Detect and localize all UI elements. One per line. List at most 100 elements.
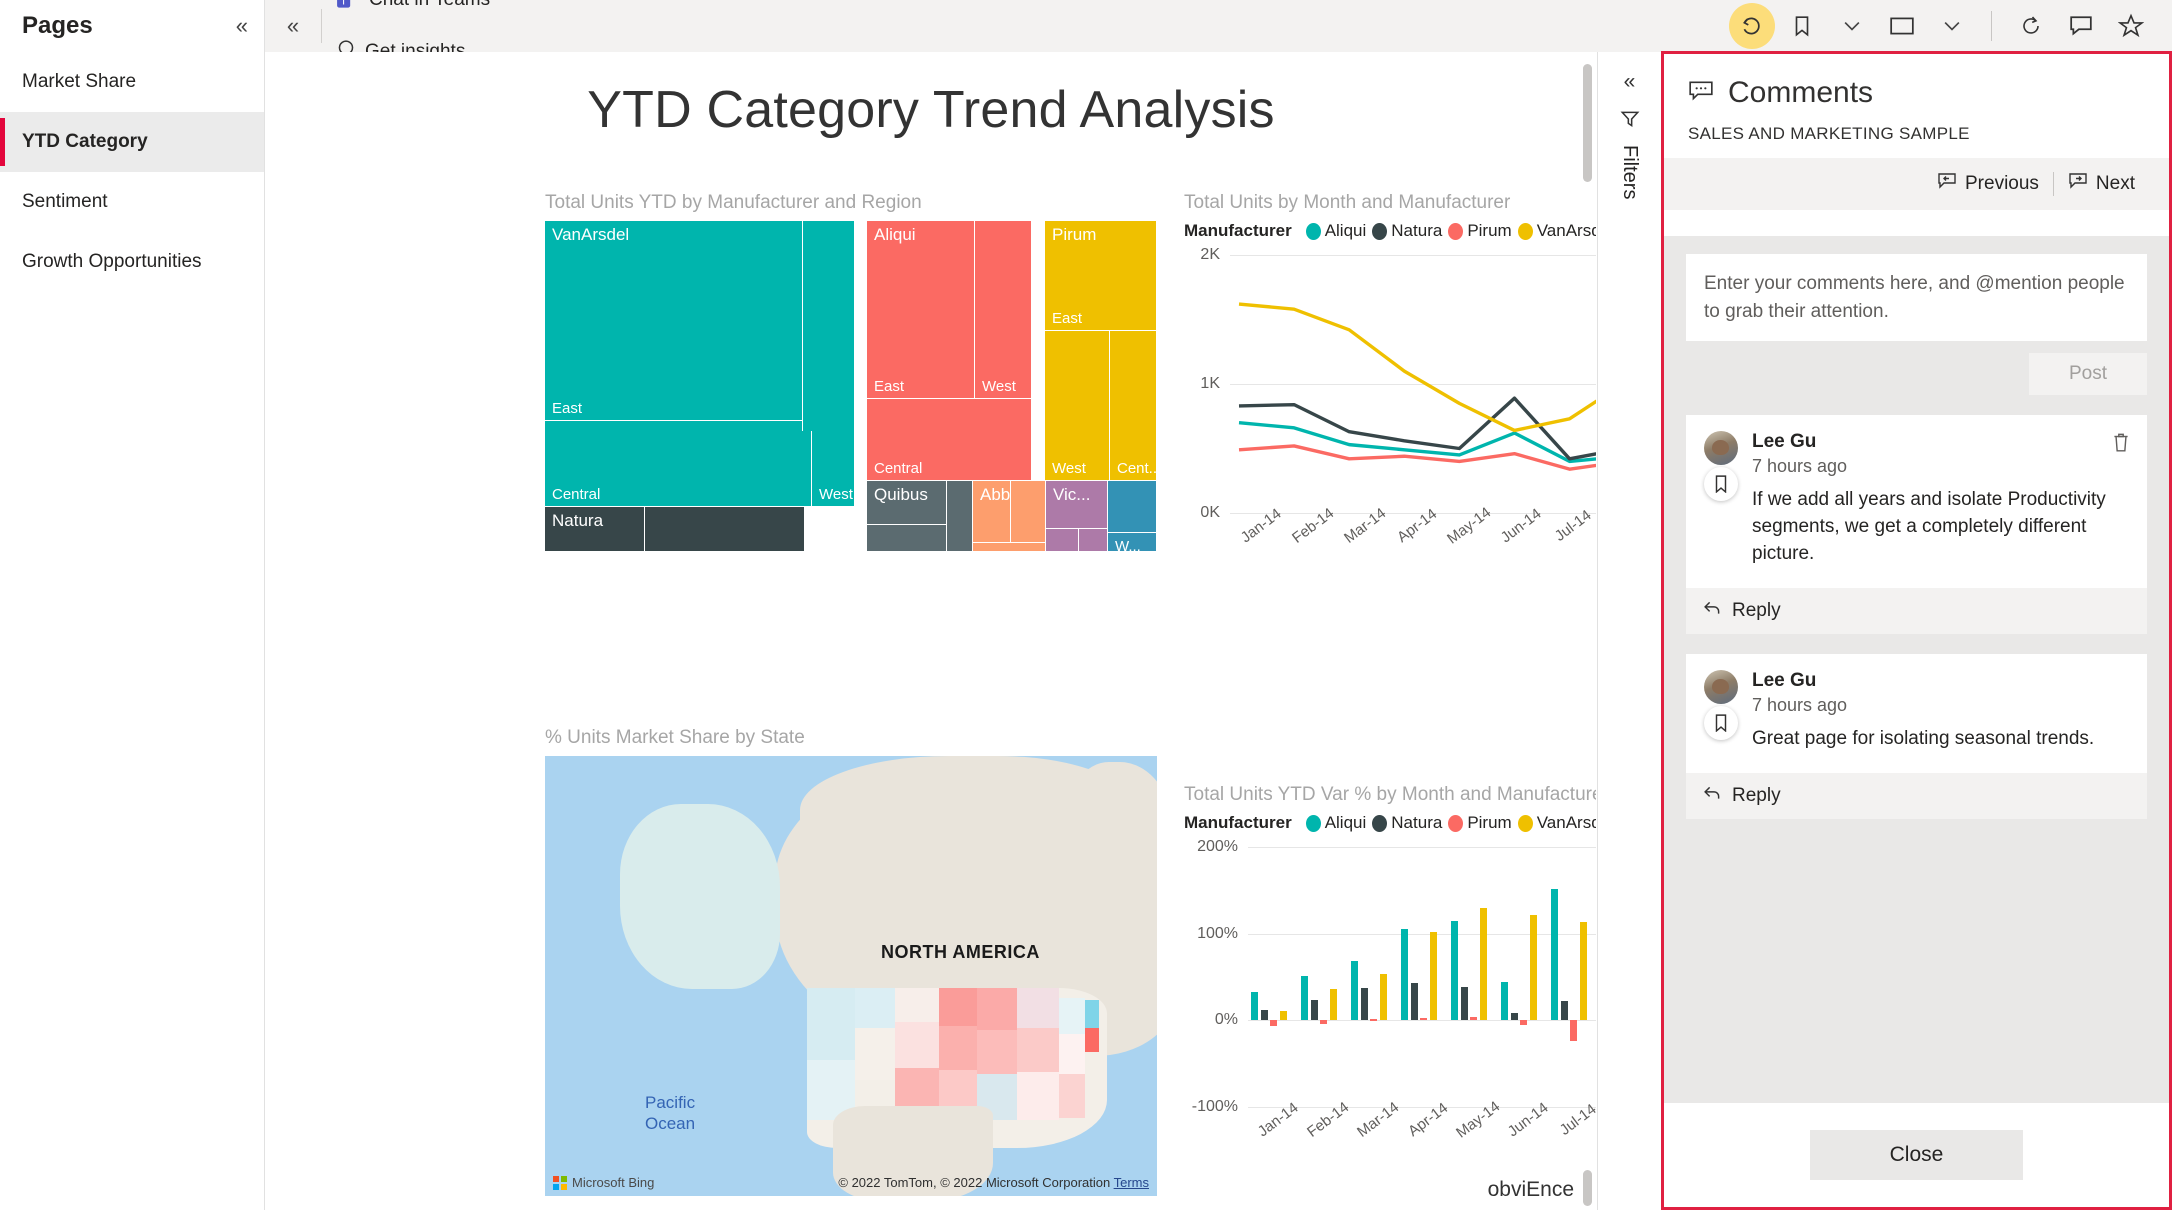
legend-item-natura[interactable]: Natura xyxy=(1372,221,1442,241)
bar-vanarsdel[interactable] xyxy=(1429,931,1437,1021)
treemap-tile[interactable]: NaturaEast xyxy=(545,507,645,551)
legend-item-aliqui[interactable]: Aliqui xyxy=(1305,813,1366,833)
bar-natura[interactable] xyxy=(1410,983,1418,1021)
bar-pirum[interactable] xyxy=(1420,1017,1428,1021)
filter-funnel-icon[interactable] xyxy=(1619,108,1641,135)
bar-natura[interactable] xyxy=(1260,1009,1268,1021)
treemap-plot[interactable]: VanArsdelEastCentralWestNaturaEastCentra… xyxy=(545,221,1157,551)
toolbar-chat-in-teams-button[interactable]: T Chat in Teams xyxy=(322,0,504,26)
bar-aliqui[interactable] xyxy=(1501,982,1509,1021)
legend-item-vanarsdel[interactable]: VanArsdel xyxy=(1517,221,1596,241)
treemap-tile[interactable]: Aliqui East xyxy=(867,221,975,399)
reply-button[interactable]: Reply xyxy=(1686,772,2147,819)
bar-aliqui[interactable] xyxy=(1351,961,1359,1021)
bar-vanarsdel[interactable] xyxy=(1279,1010,1287,1021)
bookmark-icon[interactable] xyxy=(1704,706,1738,740)
bar-chart-visual[interactable]: Total Units YTD Var % by Month and Manuf… xyxy=(1184,784,1596,1184)
reset-icon[interactable] xyxy=(1729,3,1775,49)
bar-vanarsdel[interactable] xyxy=(1379,973,1387,1021)
refresh-icon[interactable] xyxy=(2008,3,2054,49)
line-chart-visual[interactable]: Total Units by Month and Manufacturer Ma… xyxy=(1184,192,1596,582)
sidebar-item-market-share[interactable]: Market Share xyxy=(0,52,264,112)
treemap-tile[interactable]: West xyxy=(975,221,1032,399)
map-plot[interactable]: NORTH AMERICA Pacific Ocean Microsoft Bi… xyxy=(545,756,1157,1196)
bar-aliqui[interactable] xyxy=(1251,991,1259,1021)
treemap-tile[interactable]: Quibus xyxy=(867,481,947,525)
bar-aliqui[interactable] xyxy=(1401,929,1409,1021)
bar-natura[interactable] xyxy=(1560,1001,1568,1021)
post-button[interactable]: Post xyxy=(2028,353,2147,396)
bar-vanarsdel[interactable] xyxy=(1529,914,1537,1021)
sidebar-item-ytd-category[interactable]: YTD Category xyxy=(0,112,264,172)
treemap-tile[interactable] xyxy=(947,481,973,551)
bar-natura[interactable] xyxy=(1360,988,1368,1021)
treemap-tile[interactable]: West xyxy=(812,431,855,507)
map-terms-link[interactable]: Terms xyxy=(1114,1175,1149,1190)
legend-item-pirum[interactable]: Pirum xyxy=(1448,221,1512,241)
bar-aliqui[interactable] xyxy=(1451,920,1459,1021)
map-visual[interactable]: % Units Market Share by State NORTH AMER… xyxy=(545,727,1157,1197)
bar-chart-legend[interactable]: Manufacturer Aliqui Natura Pirum VanArsdel xyxy=(1184,813,1596,833)
canvas-scrollbar-bottom[interactable] xyxy=(1583,1170,1592,1206)
view-icon[interactable] xyxy=(1879,3,1925,49)
chevron-double-left-icon[interactable]: « xyxy=(1624,70,1636,94)
bar-pirum[interactable] xyxy=(1370,1019,1378,1022)
bar-vanarsdel[interactable] xyxy=(1579,922,1587,1021)
treemap-tile[interactable]: Central xyxy=(545,431,812,507)
bar-aliqui[interactable] xyxy=(1551,888,1559,1021)
sidebar-item-sentiment[interactable]: Sentiment xyxy=(0,172,264,232)
treemap-tile[interactable]: Cent... xyxy=(1110,331,1157,481)
chevron-double-left-icon[interactable]: « xyxy=(265,0,321,52)
bar-natura[interactable] xyxy=(1310,1000,1318,1021)
legend-item-aliqui[interactable]: Aliqui xyxy=(1305,221,1366,241)
treemap-tile[interactable] xyxy=(1046,529,1079,551)
bookmark-icon[interactable] xyxy=(1779,3,1825,49)
bar-natura[interactable] xyxy=(1510,1012,1518,1021)
delete-icon[interactable] xyxy=(2111,431,2131,458)
treemap-tile[interactable]: Abbas xyxy=(973,481,1011,543)
treemap-tile[interactable]: East xyxy=(867,525,947,551)
treemap-visual[interactable]: Total Units YTD by Manufacturer and Regi… xyxy=(545,192,1157,552)
bookmark-icon[interactable] xyxy=(1704,467,1738,502)
bar-pirum[interactable] xyxy=(1470,1016,1478,1021)
comments-panel: Comments SALES AND MARKETING SAMPLE Prev… xyxy=(1661,51,2172,1210)
canvas-scrollbar[interactable] xyxy=(1583,64,1592,182)
bar-pirum[interactable] xyxy=(1270,1020,1278,1027)
treemap-tile[interactable] xyxy=(1011,481,1046,543)
treemap-tile[interactable]: W... xyxy=(1108,533,1157,551)
line-chart-plot[interactable]: 0K 1K 2K Jan-14 Feb-14 Mar-14 Apr-14 May-14 Jun-… xyxy=(1200,246,1596,548)
treemap-tile[interactable] xyxy=(973,543,1046,551)
bar-vanarsdel[interactable] xyxy=(1479,907,1487,1021)
bar-pirum[interactable] xyxy=(1570,1020,1578,1042)
previous-comment-button[interactable]: Previous xyxy=(1923,172,2053,196)
treemap-tile[interactable]: Central xyxy=(645,507,805,551)
view-caret-icon[interactable] xyxy=(1929,3,1975,49)
treemap-tile[interactable] xyxy=(1108,481,1157,533)
bar-vanarsdel[interactable] xyxy=(1329,989,1337,1021)
next-comment-button[interactable]: Next xyxy=(2054,172,2149,196)
reply-button[interactable]: Reply xyxy=(1686,588,2147,634)
treemap-tile[interactable]: Vic... xyxy=(1046,481,1108,529)
treemap-tile[interactable]: Pirum East xyxy=(1045,221,1157,331)
line-chart-legend[interactable]: Manufacturer Aliqui Natura Pirum VanArsdel xyxy=(1184,221,1596,241)
bookmark-caret-icon[interactable] xyxy=(1829,3,1875,49)
comment-input[interactable]: Enter your comments here, and @mention p… xyxy=(1686,254,2147,342)
sidebar-item-growth-opportunities[interactable]: Growth Opportunities xyxy=(0,232,264,292)
treemap-tile[interactable]: Central xyxy=(867,399,1032,481)
legend-item-vanarsdel[interactable]: VanArsdel xyxy=(1517,813,1596,833)
legend-item-pirum[interactable]: Pirum xyxy=(1448,813,1512,833)
close-button[interactable]: Close xyxy=(1809,1130,2024,1180)
filters-pane[interactable]: « Filters xyxy=(1597,52,1661,1210)
treemap-tile[interactable]: West xyxy=(1045,331,1110,481)
favorite-star-icon[interactable] xyxy=(2108,3,2154,49)
chevron-double-left-icon[interactable]: « xyxy=(236,15,248,37)
bar-pirum[interactable] xyxy=(1320,1020,1328,1024)
bar-aliqui[interactable] xyxy=(1301,976,1309,1021)
comment-icon[interactable] xyxy=(2058,3,2104,49)
bar-chart-plot[interactable]: -100% 0% 100% 200% Jan-14 Feb-14 Mar-14 Apr-14 M… xyxy=(1192,838,1596,1142)
treemap-tile[interactable] xyxy=(1079,529,1108,551)
bar-pirum[interactable] xyxy=(1520,1020,1528,1025)
bar-natura[interactable] xyxy=(1460,986,1468,1021)
legend-item-natura[interactable]: Natura xyxy=(1372,813,1442,833)
treemap-tile[interactable]: VanArsdel East xyxy=(545,221,803,421)
